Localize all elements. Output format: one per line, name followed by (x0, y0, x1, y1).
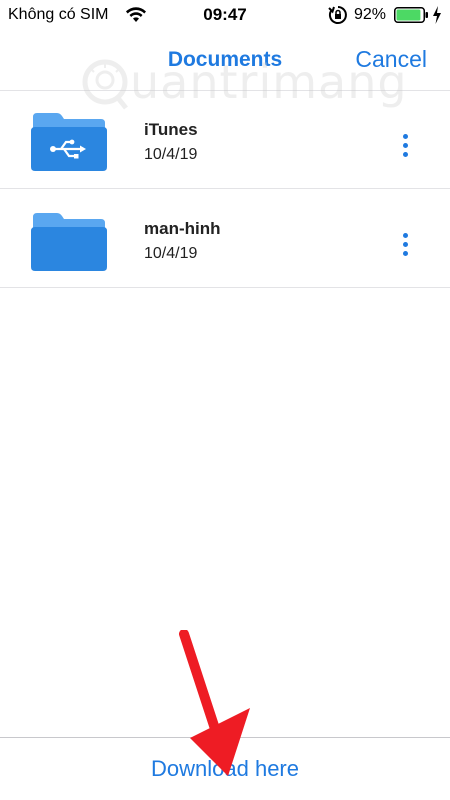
more-options-button[interactable] (395, 233, 415, 263)
status-bar: Không có SIM 09:47 92% (0, 0, 450, 30)
more-dot (402, 242, 408, 247)
more-dot (402, 143, 408, 148)
more-dot (402, 152, 408, 157)
file-name: man-hinh (144, 219, 221, 238)
file-row-man-hinh[interactable]: man-hinh 10/4/19 (0, 189, 450, 288)
file-list: iTunes 10/4/19 man-hinh 10/4/19 (0, 90, 450, 288)
navigation-bar: Documents Cancel (0, 30, 450, 91)
orientation-lock-icon (328, 6, 347, 24)
folder-usb-icon (31, 113, 107, 171)
charging-bolt-icon (433, 6, 441, 24)
battery-percentage: 92% (354, 6, 387, 23)
battery-icon (394, 7, 428, 23)
more-dot (402, 251, 408, 256)
file-name: iTunes (144, 120, 198, 139)
cancel-button[interactable]: Cancel (355, 46, 427, 73)
folder-icon (31, 213, 107, 271)
more-dot (402, 233, 408, 238)
file-date: 10/4/19 (144, 146, 198, 163)
more-dot (402, 134, 408, 139)
file-row-itunes[interactable]: iTunes 10/4/19 (0, 90, 450, 189)
red-arrow-annotation (179, 630, 250, 776)
file-date: 10/4/19 (144, 245, 198, 262)
more-options-button[interactable] (395, 134, 415, 164)
